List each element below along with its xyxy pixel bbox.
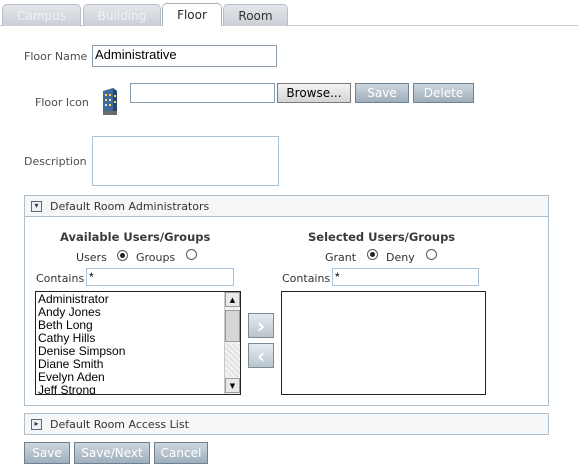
- scroll-down-icon[interactable]: ▼: [225, 378, 240, 393]
- building-icon: [100, 86, 120, 116]
- available-list-scrollbar[interactable]: ▲ ▼: [224, 292, 240, 394]
- move-right-icon: ›: [256, 313, 266, 338]
- collapse-icon[interactable]: ▾: [31, 200, 42, 212]
- move-left-button[interactable]: ‹: [248, 343, 274, 368]
- browse-button-label: Browse...: [286, 86, 342, 100]
- users-option-label: Users: [76, 251, 107, 264]
- cancel-button-label: Cancel: [160, 446, 202, 460]
- deny-option-label: Deny: [386, 251, 415, 264]
- browse-button[interactable]: Browse...: [277, 83, 351, 103]
- list-item[interactable]: Jeff Strong: [36, 384, 224, 395]
- selected-users-list[interactable]: [281, 291, 486, 395]
- access-section-header[interactable]: ▸ Default Room Access List: [24, 413, 549, 435]
- available-users-items: Administrator Andy Jones Beth Long Cathy…: [36, 292, 224, 395]
- tab-floor[interactable]: Floor: [162, 3, 222, 26]
- groups-radio[interactable]: [186, 249, 197, 260]
- tab-campus[interactable]: Campus: [2, 4, 81, 26]
- available-contains-input[interactable]: *: [86, 268, 234, 286]
- icon-save-button-label: Save: [367, 86, 397, 100]
- available-users-list[interactable]: Administrator Andy Jones Beth Long Cathy…: [35, 291, 241, 395]
- save-button-label: Save: [32, 446, 62, 460]
- available-contains-label: Contains: [36, 272, 85, 285]
- groups-option-label: Groups: [136, 251, 176, 264]
- scrollbar-track[interactable]: [225, 344, 240, 377]
- grant-radio[interactable]: [367, 249, 378, 260]
- tab-room-label: Room: [238, 8, 273, 23]
- expand-icon[interactable]: ▸: [31, 418, 42, 430]
- description-label: Description: [24, 155, 87, 168]
- save-next-button-label: Save/Next: [81, 446, 143, 460]
- tab-building[interactable]: Building: [83, 4, 161, 26]
- selected-contains-input[interactable]: *: [332, 268, 479, 286]
- users-radio[interactable]: [117, 250, 128, 261]
- save-button[interactable]: Save: [24, 442, 70, 464]
- tab-building-label: Building: [97, 8, 147, 23]
- tab-campus-label: Campus: [17, 8, 66, 23]
- admins-section-title: Default Room Administrators: [50, 199, 210, 213]
- admins-section-header[interactable]: ▾ Default Room Administrators: [24, 195, 549, 217]
- tab-floor-label: Floor: [177, 8, 207, 22]
- deny-radio[interactable]: [426, 249, 437, 260]
- scrollbar-thumb[interactable]: [225, 310, 240, 342]
- description-input[interactable]: [92, 136, 279, 186]
- floor-icon-label: Floor Icon: [35, 96, 89, 109]
- floor-name-input[interactable]: Administrative: [92, 45, 277, 67]
- tab-room[interactable]: Room: [223, 4, 288, 26]
- floor-name-label: Floor Name: [24, 50, 88, 63]
- move-right-button[interactable]: ›: [248, 313, 274, 338]
- save-next-button[interactable]: Save/Next: [74, 442, 150, 464]
- move-left-icon: ‹: [256, 343, 266, 368]
- selected-contains-label: Contains: [282, 272, 331, 285]
- scroll-up-icon[interactable]: ▲: [225, 292, 240, 307]
- grant-option-label: Grant: [325, 251, 357, 264]
- floor-icon-file-input[interactable]: [130, 83, 275, 103]
- access-section-title: Default Room Access List: [50, 417, 189, 431]
- available-users-heading: Available Users/Groups: [60, 230, 211, 244]
- icon-delete-button-label: Delete: [423, 86, 464, 100]
- cancel-button[interactable]: Cancel: [154, 442, 208, 464]
- icon-save-button[interactable]: Save: [355, 83, 409, 103]
- icon-delete-button[interactable]: Delete: [413, 83, 474, 103]
- selected-users-heading: Selected Users/Groups: [308, 230, 456, 244]
